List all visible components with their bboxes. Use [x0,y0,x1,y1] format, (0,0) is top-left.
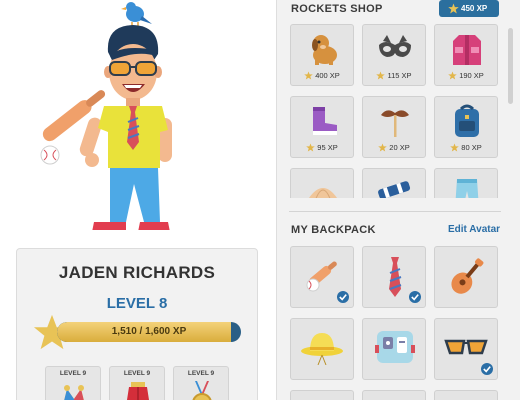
item-price: 95 XP [291,143,353,152]
section-divider [289,211,501,212]
star-icon [448,3,459,14]
badge-level-label: LEVEL 9 [123,370,151,377]
item-price-value: 80 XP [461,143,482,152]
backpack-item-guitar[interactable] [434,246,498,308]
dog-icon [312,35,337,65]
boot-icon [313,107,337,135]
shop-item-dog[interactable]: 400 XP [290,24,354,86]
badge-level-label: LEVEL 9 [59,370,87,377]
mustache-icon [381,110,409,137]
backpack-item-necktie[interactable] [362,246,426,308]
item-price: 400 XP [291,71,353,80]
item-price: 20 XP [363,143,425,152]
item-price: 190 XP [435,71,497,80]
backpack-item-partial[interactable] [290,390,354,400]
player-name: JADEN RICHARDS [58,263,216,282]
jester-hat-icon [64,385,84,400]
star-icon [378,143,388,152]
sun-hat-icon [301,333,343,365]
shop-item-mustache[interactable]: 20 XP [362,96,426,158]
xp-balance-value: 450 XP [461,4,488,13]
item-price: 80 XP [435,143,497,152]
star-icon [376,71,386,80]
shop-scrollbar[interactable] [508,28,513,104]
shop-item-pants[interactable] [434,168,498,198]
equipped-check-icon [337,291,349,303]
backpack-icon [455,104,479,137]
star-icon [450,143,460,152]
badge-red-cape[interactable]: LEVEL 9 [109,366,165,400]
item-price-value: 95 XP [317,143,338,152]
mask-icon [379,35,411,57]
umbrella-icon [309,188,337,198]
badge-jester-hat[interactable]: LEVEL 9 [45,366,101,400]
red-cape-icon [127,382,149,400]
item-price-value: 20 XP [389,143,410,152]
shop-item-telescope[interactable] [362,168,426,198]
shop-title: ROCKETS SHOP [291,3,383,15]
profile-card: JADEN RICHARDS LEVEL 8 1,510 / 1,600 XP … [16,248,258,400]
item-price-value: 190 XP [459,71,484,80]
robot-icon [375,331,415,363]
backpack-item-sunglasses[interactable] [434,318,498,380]
backpack-item-partial[interactable] [434,390,498,400]
badge-level-label: LEVEL 9 [187,370,215,377]
medal-icon [192,381,212,400]
equipped-check-icon [409,291,421,303]
backpack-item-sun-hat[interactable] [290,318,354,380]
avatar-panel: JADEN RICHARDS LEVEL 8 1,510 / 1,600 XP … [0,0,276,400]
avatar-screen: JADEN RICHARDS LEVEL 8 1,510 / 1,600 XP … [0,0,520,400]
item-price: 115 XP [363,71,425,80]
edit-avatar-link[interactable]: Edit Avatar [448,224,500,235]
shop-item-mask[interactable]: 115 XP [362,24,426,86]
star-icon [304,71,313,80]
shop-item-backpack[interactable]: 80 XP [434,96,498,158]
inventory-panel: ROCKETS SHOP 450 XP 400 XP 115 XP 190 XP… [276,0,520,400]
player-level: LEVEL 8 [106,295,168,312]
xp-progress-bar: 1,510 / 1,600 XP [57,322,241,342]
guitar-icon [451,258,484,294]
avatar-character [28,0,228,245]
xp-progress-text: 1,510 / 1,600 XP [111,326,187,337]
item-price-value: 400 XP [315,71,340,80]
shop-item-boot[interactable]: 95 XP [290,96,354,158]
backpack-title: MY BACKPACK [291,224,376,236]
backpack-item-baseball-bat[interactable] [290,246,354,308]
xp-balance-badge: 450 XP [439,0,499,17]
jacket-icon [453,35,481,65]
shop-item-umbrella[interactable] [290,168,354,198]
sunglasses-icon [444,339,488,355]
star-icon [448,71,457,80]
avatar-illustration [40,2,172,234]
shop-item-jacket[interactable]: 190 XP [434,24,498,86]
item-price-value: 115 XP [387,71,412,80]
pants-icon [455,179,479,198]
equipped-check-icon [481,363,493,375]
badge-medal[interactable]: LEVEL 9 [173,366,229,400]
necktie-icon [389,257,402,297]
bluebird-icon [121,2,152,28]
telescope-icon [378,181,411,198]
star-icon [306,143,316,152]
backpack-item-robot[interactable] [362,318,426,380]
baseball-bat-icon [306,261,337,292]
backpack-item-partial[interactable] [362,390,426,400]
